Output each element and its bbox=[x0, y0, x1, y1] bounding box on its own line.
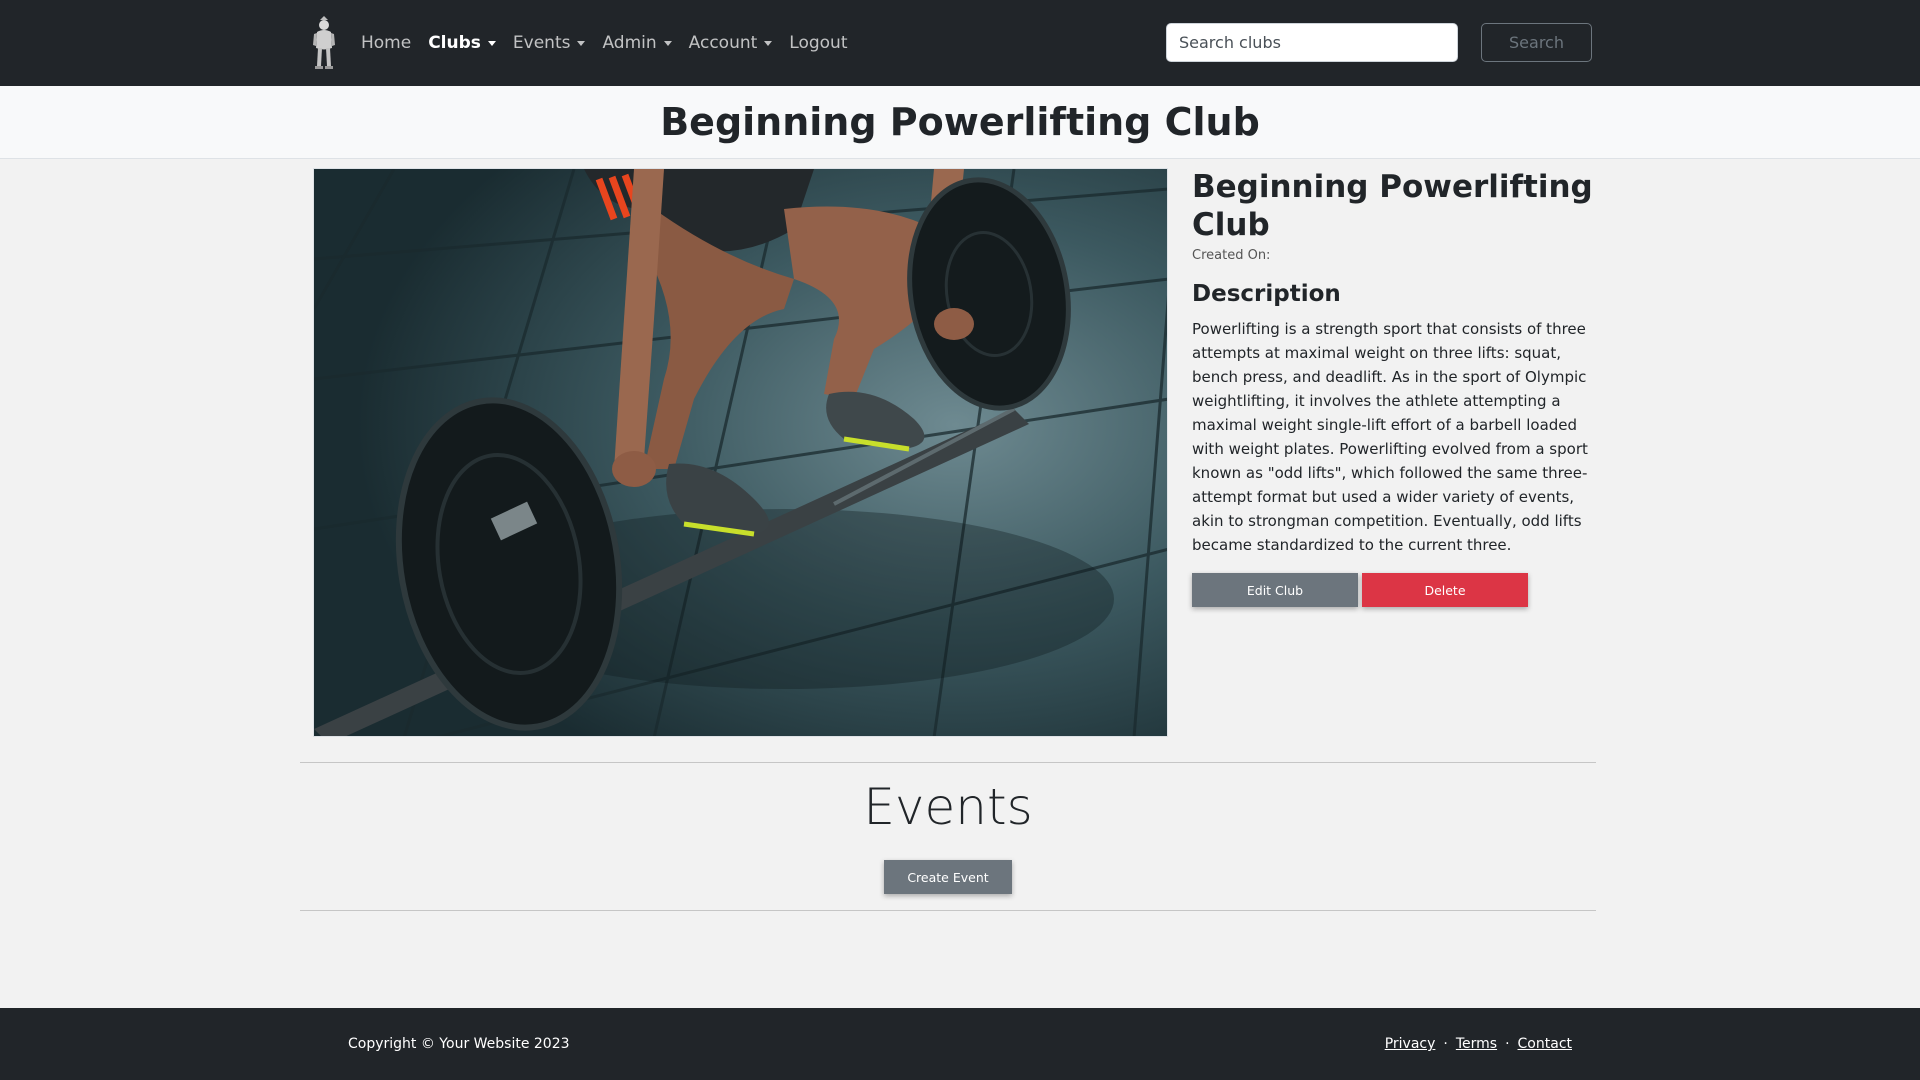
chevron-down-icon bbox=[663, 40, 672, 46]
nav-clubs-dropdown[interactable]: Clubs bbox=[428, 33, 496, 53]
search-input[interactable] bbox=[1166, 23, 1458, 62]
club-actions: Edit Club Delete bbox=[1192, 573, 1604, 607]
privacy-link[interactable]: Privacy bbox=[1385, 1036, 1436, 1052]
edit-club-button[interactable]: Edit Club bbox=[1192, 573, 1358, 607]
copyright-text: Copyright © Your Website 2023 bbox=[348, 1036, 570, 1052]
divider bbox=[300, 910, 1596, 911]
chevron-down-icon bbox=[764, 40, 773, 46]
club-image bbox=[313, 168, 1168, 737]
footer-separator: · bbox=[1505, 1036, 1510, 1052]
nav-logout-label: Logout bbox=[789, 33, 848, 53]
club-description: Powerlifting is a strength sport that co… bbox=[1192, 320, 1588, 554]
divider bbox=[300, 762, 1596, 763]
events-heading: Events bbox=[863, 778, 1033, 836]
nav-events-label: Events bbox=[512, 33, 571, 53]
create-event-button[interactable]: Create Event bbox=[884, 860, 1012, 894]
description-heading: Description bbox=[1192, 281, 1341, 307]
nav-account-dropdown[interactable]: Account bbox=[689, 33, 773, 53]
delete-club-button[interactable]: Delete bbox=[1362, 573, 1528, 607]
barbell-deadlift-photo bbox=[314, 169, 1167, 736]
contact-link[interactable]: Contact bbox=[1518, 1036, 1572, 1052]
nav-admin-dropdown[interactable]: Admin bbox=[602, 33, 672, 53]
footer-separator: · bbox=[1443, 1036, 1448, 1052]
nav-events-dropdown[interactable]: Events bbox=[513, 33, 586, 53]
terms-link[interactable]: Terms bbox=[1456, 1036, 1497, 1052]
nav-home[interactable]: Home bbox=[361, 33, 411, 53]
nav-account-label: Account bbox=[688, 33, 758, 53]
club-name: Beginning Powerlifting Club bbox=[1192, 169, 1593, 243]
footer-links: Privacy · Terms · Contact bbox=[1385, 1036, 1572, 1052]
chevron-down-icon bbox=[577, 40, 586, 46]
nav-logout[interactable]: Logout bbox=[789, 33, 847, 53]
navbar: Home Clubs Events Admin Account Logout S… bbox=[0, 0, 1920, 86]
club-details: Beginning Powerlifting Club Created On: … bbox=[1192, 168, 1604, 607]
nav-links: Home Clubs Events Admin Account Logout bbox=[361, 0, 865, 86]
nav-home-label: Home bbox=[361, 33, 412, 53]
page-title: Beginning Powerlifting Club bbox=[660, 100, 1260, 144]
search-button[interactable]: Search bbox=[1481, 23, 1592, 62]
nav-clubs-label: Clubs bbox=[428, 33, 481, 53]
nav-admin-label: Admin bbox=[602, 33, 657, 53]
mascot-logo-icon[interactable] bbox=[310, 16, 338, 70]
created-on-label: Created On: bbox=[1192, 248, 1271, 263]
footer: Copyright © Your Website 2023 Privacy · … bbox=[0, 1008, 1920, 1080]
chevron-down-icon bbox=[487, 40, 496, 46]
page-header: Beginning Powerlifting Club bbox=[0, 86, 1920, 159]
